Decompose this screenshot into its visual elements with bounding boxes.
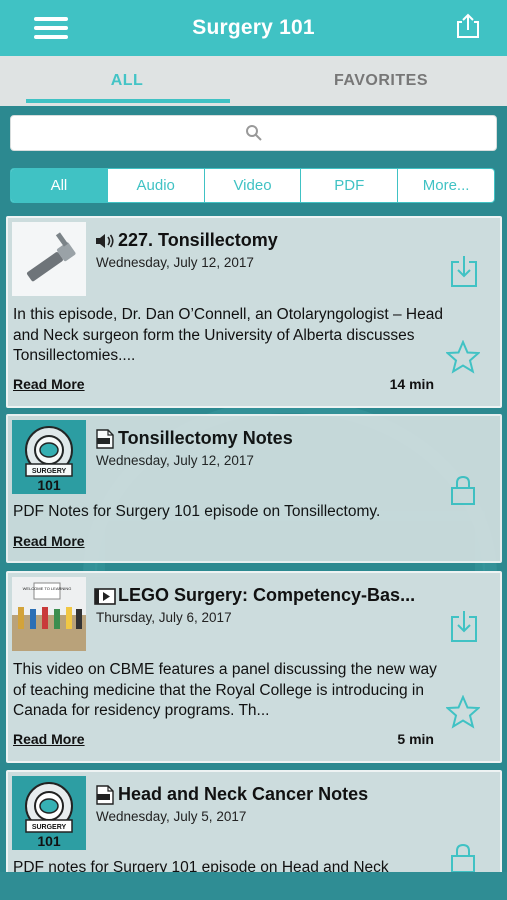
download-icon[interactable] (450, 609, 478, 643)
episode-title-text: Tonsillectomy Notes (118, 428, 293, 448)
bottom-bar (0, 872, 507, 900)
filter-all[interactable]: All (11, 169, 108, 202)
episode-card[interactable]: 227. Tonsillectomy Wednesday, July 12, 2… (6, 216, 502, 408)
share-icon[interactable] (453, 12, 483, 42)
top-bar: Surgery 101 (0, 0, 507, 56)
episode-card[interactable]: WELCOME TO LEARNING LEGO Surgery: Compet… (6, 571, 502, 763)
logo-text: 101 (37, 477, 61, 493)
read-more-link[interactable]: Read More (13, 731, 85, 747)
episode-description: PDF notes for Surgery 101 episode on Hea… (13, 859, 389, 872)
read-more-link[interactable]: Read More (13, 376, 85, 392)
favorite-star-icon[interactable] (446, 340, 480, 374)
audio-icon (96, 233, 114, 248)
app-title: Surgery 101 (192, 16, 315, 39)
episode-thumbnail: WELCOME TO LEARNING (12, 577, 86, 651)
episode-title-text: 227. Tonsillectomy (118, 230, 278, 250)
episode-card[interactable]: SURGERY 101 Head and Neck Cancer Notes W… (6, 770, 502, 872)
filter-more[interactable]: More... (398, 169, 494, 202)
lock-icon[interactable] (450, 842, 476, 872)
filter-audio[interactable]: Audio (108, 169, 205, 202)
episode-date: Thursday, July 6, 2017 (96, 610, 232, 625)
active-tab-indicator (26, 99, 230, 103)
episode-title: 227. Tonsillectomy (94, 230, 278, 251)
episode-title: Tonsillectomy Notes (94, 428, 293, 449)
thumbnail-sign-text: WELCOME TO LEARNING (23, 586, 72, 591)
episode-thumbnail: SURGERY 101 (12, 776, 86, 850)
read-more-link[interactable]: Read More (13, 533, 85, 549)
episode-date: Wednesday, July 12, 2017 (96, 453, 254, 468)
episode-list-area: All Audio Video PDF More... 227. Tonsill… (0, 106, 507, 872)
episode-date: Wednesday, July 12, 2017 (96, 255, 254, 270)
lock-icon[interactable] (450, 474, 476, 506)
video-icon (94, 587, 116, 605)
pdf-icon (96, 428, 114, 449)
episode-duration: 5 min (397, 731, 434, 747)
episode-thumbnail (12, 222, 86, 296)
logo-text: 101 (37, 833, 61, 849)
search-icon (245, 125, 262, 141)
episode-description: In this episode, Dr. Dan O’Connell, an O… (13, 306, 443, 364)
episode-description: This video on CBME features a panel disc… (13, 661, 437, 719)
episode-duration: 14 min (389, 376, 434, 392)
episode-description: PDF Notes for Surgery 101 episode on Ton… (13, 503, 381, 520)
episode-thumbnail: SURGERY 101 (12, 420, 86, 494)
episode-card[interactable]: SURGERY 101 Tonsillectomy Notes Wednesda… (6, 414, 502, 563)
episode-title: LEGO Surgery: Competency-Bas... (94, 585, 415, 606)
logo-text: SURGERY (32, 468, 67, 475)
search-input[interactable] (10, 115, 497, 151)
filter-pdf[interactable]: PDF (301, 169, 399, 202)
episode-date: Wednesday, July 5, 2017 (96, 809, 247, 824)
favorite-star-icon[interactable] (446, 695, 480, 729)
episode-title: Head and Neck Cancer Notes (94, 784, 368, 805)
episode-title-text: Head and Neck Cancer Notes (118, 784, 369, 804)
episode-title-text: LEGO Surgery: Competency-Bas... (118, 585, 416, 605)
download-icon[interactable] (450, 254, 478, 288)
media-filter-segmented-control: All Audio Video PDF More... (10, 168, 495, 203)
logo-text: SURGERY (32, 824, 67, 831)
filter-video[interactable]: Video (205, 169, 302, 202)
tab-favorites[interactable]: FAVORITES (254, 56, 507, 106)
pdf-icon (96, 784, 114, 805)
hamburger-menu-icon[interactable] (34, 17, 68, 39)
